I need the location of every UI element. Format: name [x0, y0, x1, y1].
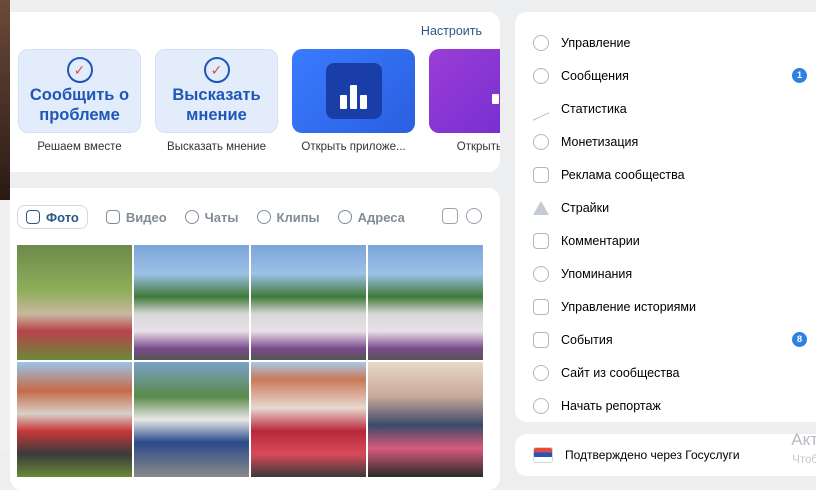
tab-clips[interactable]: Клипы [256, 205, 320, 229]
photo-thumbnail[interactable] [251, 245, 366, 360]
gosuslugi-verification-card[interactable]: Подтверждено через Госуслуги [515, 434, 816, 476]
gear-icon [533, 34, 549, 51]
gosuslugi-thumb-icon: ✓ [203, 57, 230, 83]
background-strip [0, 200, 10, 450]
tab-label: Чаты [204, 209, 239, 225]
unread-badge: 1 [792, 68, 807, 83]
app-tile[interactable]: ✓ Сообщить о проблеме [18, 49, 141, 133]
chart-app-icon [492, 78, 500, 104]
windows-activation-watermark: Акт [791, 430, 816, 449]
menu-item-stories[interactable]: Управление историями [533, 290, 803, 323]
photo-thumbnail[interactable] [134, 362, 249, 477]
media-tabs: Фото Видео Чаты Клипы Адреса [17, 205, 405, 229]
menu-item-monetization[interactable]: Монетизация [533, 125, 803, 158]
tab-tools [442, 208, 482, 224]
menu-item-advertising[interactable]: Реклама сообщества [533, 158, 803, 191]
at-icon [533, 265, 549, 282]
tab-photo[interactable]: Фото [17, 205, 88, 229]
tab-label: Адреса [357, 209, 405, 225]
menu-item-statistics[interactable]: Статистика [533, 92, 803, 125]
menu-item-label: Страйки [561, 200, 610, 215]
photo-thumbnail[interactable] [251, 362, 366, 477]
menu-item-events[interactable]: События 8 [533, 323, 807, 356]
app-express-opinion[interactable]: ✓ Высказать мнение Высказать мнение [155, 49, 278, 153]
menu-item-label: Статистика [561, 101, 627, 116]
menu-item-management[interactable]: Управление [533, 26, 803, 59]
menu-item-label: Упоминания [561, 266, 633, 281]
app-open-application-2[interactable]: Открыть при [429, 49, 500, 153]
gear-icon[interactable] [466, 208, 482, 224]
gosuslugi-logo-icon [533, 447, 553, 463]
add-comment-icon[interactable] [442, 208, 458, 224]
chats-icon [184, 210, 199, 224]
photo-icon [26, 210, 40, 224]
background-image-strip [0, 0, 10, 200]
community-menu: Управление Сообщения 1 Статистика Монети… [533, 26, 807, 422]
megaphone-icon [533, 166, 549, 183]
app-tile-text: Сообщить о проблеме [29, 86, 130, 124]
photo-thumbnail[interactable] [368, 362, 483, 477]
monetization-icon [533, 133, 549, 150]
menu-item-label: Монетизация [561, 134, 639, 149]
apps-row: ✓ Сообщить о проблеме Решаем вместе ✓ Вы… [18, 49, 500, 153]
broadcast-icon [533, 397, 549, 414]
photo-grid [17, 245, 483, 477]
location-icon [337, 210, 352, 224]
menu-item-label: Сообщения [561, 68, 629, 83]
tab-label: Фото [46, 209, 79, 225]
tab-chats[interactable]: Чаты [184, 205, 239, 229]
menu-item-label: Реклама сообщества [561, 167, 685, 182]
community-menu-card: Управление Сообщения 1 Статистика Монети… [515, 12, 816, 422]
app-tile-text: Высказать мнение [172, 86, 261, 124]
menu-item-label: Сайт из сообщества [561, 365, 680, 380]
windows-activation-subtext: Чтоб [792, 454, 816, 466]
menu-item-label: События [561, 332, 613, 347]
message-icon [533, 67, 549, 84]
video-icon [105, 210, 120, 224]
calendar-icon [533, 331, 549, 348]
menu-item-label: Управление [561, 35, 631, 50]
app-report-problem[interactable]: ✓ Сообщить о проблеме Решаем вместе [18, 49, 141, 153]
photo-thumbnail[interactable] [17, 245, 132, 360]
gosuslugi-label: Подтверждено через Госуслуги [565, 448, 740, 462]
menu-item-broadcast[interactable]: Начать репортаж [533, 389, 803, 422]
app-label: Открыть при [456, 141, 500, 153]
stories-icon [533, 298, 549, 315]
menu-item-label: Начать репортаж [561, 398, 661, 413]
app-logo-icon [325, 63, 382, 119]
configure-link[interactable]: Настроить [421, 24, 482, 38]
tab-label: Видео [125, 209, 167, 225]
menu-item-mentions[interactable]: Упоминания [533, 257, 803, 290]
tab-addresses[interactable]: Адреса [337, 205, 405, 229]
tab-label: Клипы [276, 209, 320, 225]
globe-icon [533, 364, 549, 381]
photo-thumbnail[interactable] [17, 362, 132, 477]
menu-item-label: Комментарии [561, 233, 640, 248]
warning-icon [533, 200, 549, 215]
statistics-icon [533, 96, 549, 121]
app-tile[interactable] [429, 49, 500, 133]
apps-card: Настроить ✓ Сообщить о проблеме Решаем в… [10, 12, 500, 172]
media-card: Фото Видео Чаты Клипы Адреса [10, 188, 500, 490]
app-label: Высказать мнение [167, 141, 266, 153]
gosuslugi-thumb-icon: ✓ [66, 57, 93, 83]
menu-item-label: Управление историями [561, 299, 697, 314]
events-badge: 8 [792, 332, 807, 347]
clips-icon [256, 210, 271, 224]
comment-icon [533, 232, 549, 249]
menu-item-website[interactable]: Сайт из сообщества [533, 356, 803, 389]
menu-item-comments[interactable]: Комментарии [533, 224, 803, 257]
app-tile[interactable]: ✓ Высказать мнение [155, 49, 278, 133]
app-label: Открыть приложе... [301, 141, 406, 153]
tab-video[interactable]: Видео [105, 205, 167, 229]
photo-thumbnail[interactable] [368, 245, 483, 360]
menu-item-strikes[interactable]: Страйки [533, 191, 803, 224]
app-label: Решаем вместе [37, 141, 122, 153]
app-tile[interactable] [292, 49, 415, 133]
photo-thumbnail[interactable] [134, 245, 249, 360]
app-open-application[interactable]: Открыть приложе... [292, 49, 415, 153]
menu-item-messages[interactable]: Сообщения 1 [533, 59, 807, 92]
